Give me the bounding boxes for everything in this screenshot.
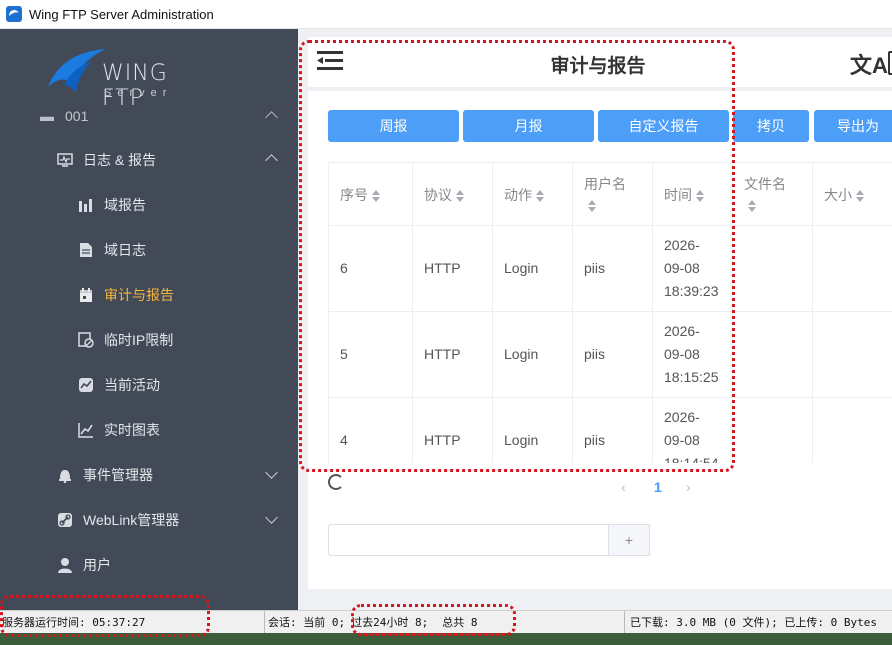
chevron-up-icon <box>265 154 278 167</box>
annotation-highlight-sessions <box>351 604 516 636</box>
annotation-highlight-uptime <box>0 595 210 637</box>
sidebar-item-server[interactable]: ▬ 001 <box>38 107 298 125</box>
chevron-down-icon <box>265 466 278 479</box>
chevron-up-icon <box>265 111 278 124</box>
add-button[interactable]: + <box>608 524 650 556</box>
sidebar-item-weblink-manager[interactable]: WebLink管理器 <box>56 510 298 530</box>
column-header-size[interactable]: 大小 <box>824 185 864 205</box>
pagination-prev[interactable]: ‹ <box>621 479 626 495</box>
sort-icon[interactable] <box>748 200 756 213</box>
sidebar-item-label: 日志 & 报告 <box>83 152 157 168</box>
wingftp-logo: WING FTP Server <box>44 47 204 111</box>
sidebar-item-label: 实时图表 <box>104 422 160 438</box>
sidebar-item-label: 事件管理器 <box>83 467 153 483</box>
sidebar-item-event-manager[interactable]: 事件管理器 <box>56 465 298 485</box>
sidebar-item-label: 临时IP限制 <box>104 332 174 348</box>
annotation-highlight-main <box>299 40 735 472</box>
link-icon <box>56 511 74 529</box>
status-sessions-current: 会话: 当前 0; <box>268 616 346 629</box>
pagination-page-1[interactable]: 1 <box>654 479 662 495</box>
export-button-label: 导出为 <box>837 118 879 134</box>
sidebar-item-logs-reports[interactable]: 日志 & 报告 <box>56 150 298 170</box>
pagination-next[interactable]: › <box>686 479 691 495</box>
sidebar-item-domain-log[interactable]: 域日志 <box>77 240 146 260</box>
sidebar-item-users[interactable]: 用户 <box>56 555 111 575</box>
col-border <box>812 163 813 463</box>
refresh-icon[interactable] <box>328 474 344 490</box>
export-button[interactable]: 导出为 <box>814 110 892 142</box>
sidebar-item-audit-report[interactable]: 审计与报告 <box>77 285 174 305</box>
sidebar-item-domain-report[interactable]: 域报告 <box>77 195 146 215</box>
sidebar-item-temp-ip-limit[interactable]: 临时IP限制 <box>77 330 173 350</box>
sidebar-item-realtime-chart[interactable]: 实时图表 <box>77 420 160 440</box>
column-header-filename[interactable]: 文件名 <box>744 174 804 213</box>
line-chart-icon <box>77 421 95 439</box>
translate-icon[interactable]: 文A <box>850 48 888 80</box>
window-title: Wing FTP Server Administration <box>29 6 214 22</box>
sort-icon[interactable] <box>856 190 864 203</box>
sidebar-item-label: 域报告 <box>104 197 146 213</box>
sidebar-item-label: 域日志 <box>104 242 146 258</box>
activity-icon <box>77 376 95 394</box>
sidebar-item-label: 用户 <box>83 557 111 573</box>
sidebar: WING FTP Server ▬ 001 日志 & 报告 域报告 域日志 审计… <box>0 29 298 610</box>
logo-subtext: Server <box>104 87 173 99</box>
user-icon <box>56 556 74 574</box>
bell-icon <box>56 466 74 484</box>
logout-icon[interactable] <box>888 51 892 75</box>
sidebar-item-label: 审计与报告 <box>104 287 174 303</box>
logo-text: WING FTP <box>102 61 168 111</box>
status-transfer: 已下载: 3.0 MB (0 文件); 已上传: 0 Bytes <box>630 616 877 629</box>
bird-logo-icon <box>48 49 106 93</box>
calendar-icon <box>77 286 95 304</box>
window-titlebar: Wing FTP Server Administration <box>0 0 892 29</box>
server-icon: ▬ <box>40 108 54 124</box>
wingftp-app-icon <box>6 6 22 22</box>
monitor-icon <box>56 151 74 169</box>
chevron-down-icon <box>265 511 278 524</box>
add-input[interactable] <box>328 524 610 556</box>
ip-block-icon <box>77 331 95 349</box>
copy-button[interactable]: 拷贝 <box>733 110 809 142</box>
sidebar-item-label: 001 <box>65 108 89 124</box>
sidebar-item-current-activity[interactable]: 当前活动 <box>77 375 160 395</box>
sidebar-item-label: WebLink管理器 <box>83 512 180 528</box>
sidebar-item-label: 当前活动 <box>104 377 160 393</box>
bar-chart-icon <box>77 196 95 214</box>
document-icon <box>77 241 95 259</box>
